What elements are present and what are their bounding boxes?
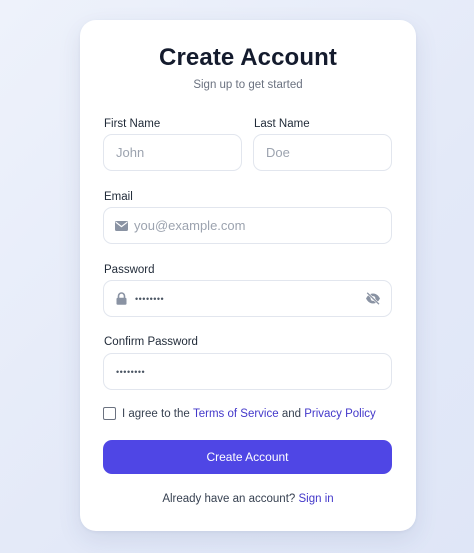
eye-slash-icon[interactable]: [364, 290, 382, 308]
first-name-label: First Name: [104, 118, 161, 130]
email-input[interactable]: [104, 208, 391, 243]
privacy-policy-link[interactable]: Privacy Policy: [304, 408, 376, 420]
page-subtitle: Sign up to get started: [193, 79, 303, 91]
confirm-password-masked-value: ••••••••: [116, 366, 146, 377]
confirm-password-field[interactable]: ••••••••: [103, 353, 392, 390]
terms-middle: and: [281, 407, 302, 420]
create-account-button[interactable]: Create Account: [103, 440, 392, 474]
signin-row: Already have an account? Sign in: [80, 493, 416, 505]
last-name-field-wrapper: [253, 134, 392, 171]
terms-prefix: I agree to the: [122, 407, 190, 420]
last-name-label: Last Name: [254, 118, 310, 130]
terms-row: I agree to the Terms of Service and Priv…: [103, 407, 376, 420]
password-field[interactable]: ••••••••: [103, 280, 392, 317]
password-masked-value: ••••••••: [135, 293, 165, 304]
signup-card: Create Account Sign up to get started Fi…: [80, 20, 416, 531]
password-label: Password: [104, 264, 155, 276]
page-title: Create Account: [159, 44, 337, 71]
last-name-input[interactable]: [254, 135, 391, 170]
email-label: Email: [104, 191, 133, 203]
first-name-field-wrapper: [103, 134, 242, 171]
sign-in-link[interactable]: Sign in: [299, 493, 334, 505]
confirm-password-label: Confirm Password: [104, 336, 198, 348]
terms-checkbox[interactable]: [103, 407, 116, 420]
signin-prompt: Already have an account?: [162, 493, 296, 505]
first-name-input[interactable]: [104, 135, 241, 170]
email-field-wrapper: [103, 207, 392, 244]
lock-icon: [114, 292, 128, 306]
terms-of-service-link[interactable]: Terms of Service: [193, 408, 279, 420]
